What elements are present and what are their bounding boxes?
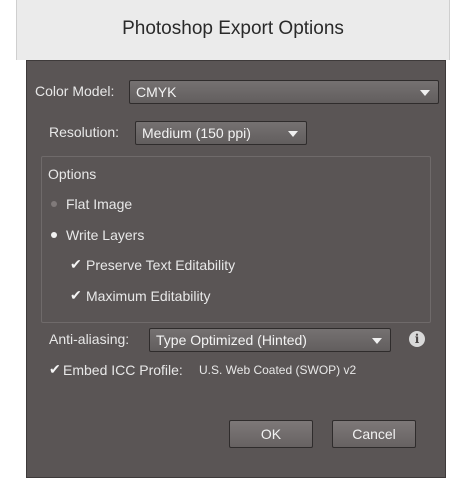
embed-icc-checkbox[interactable]: ✔ Embed ICC Profile: U.S. Web Coated (SW… <box>49 361 409 381</box>
flat-image-label: Flat Image <box>66 196 133 212</box>
window-title: Photoshop Export Options <box>122 18 344 39</box>
chevron-down-icon <box>288 131 298 137</box>
maximum-editability-label: Maximum Editability <box>86 288 211 304</box>
color-model-value: CMYK <box>136 84 177 100</box>
write-layers-label: Write Layers <box>66 227 145 243</box>
cancel-button[interactable]: Cancel <box>332 420 416 448</box>
preserve-text-label: Preserve Text Editability <box>86 257 236 273</box>
embed-icc-label: Embed ICC Profile: <box>63 362 183 378</box>
anti-aliasing-value: Type Optimized (Hinted) <box>156 332 307 348</box>
export-options-dialog: Color Model: CMYK Resolution: Medium (15… <box>26 60 446 478</box>
info-icon[interactable]: i <box>409 331 425 347</box>
maximum-editability-checkbox[interactable]: ✔ Maximum Editability <box>70 287 270 307</box>
options-group: Options Flat Image Write Layers ✔ Preser… <box>41 156 431 323</box>
radio-selected-icon <box>51 232 57 238</box>
color-model-label: Color Model: <box>35 83 115 99</box>
resolution-select[interactable]: Medium (150 ppi) <box>135 121 307 145</box>
write-layers-radio[interactable]: Write Layers <box>48 226 188 246</box>
anti-aliasing-label: Anti-aliasing: <box>49 331 130 347</box>
resolution-label: Resolution: <box>49 124 120 140</box>
anti-aliasing-select[interactable]: Type Optimized (Hinted) <box>149 328 391 352</box>
checkmark-icon: ✔ <box>70 287 82 303</box>
resolution-value: Medium (150 ppi) <box>142 125 251 141</box>
preserve-text-checkbox[interactable]: ✔ Preserve Text Editability <box>70 256 290 276</box>
chevron-down-icon <box>372 338 382 344</box>
chevron-down-icon <box>420 90 430 96</box>
checkmark-icon: ✔ <box>49 361 61 377</box>
radio-unselected-icon <box>51 201 57 207</box>
ok-button[interactable]: OK <box>229 420 313 448</box>
color-model-select[interactable]: CMYK <box>129 80 439 104</box>
checkmark-icon: ✔ <box>70 256 82 272</box>
options-heading: Options <box>48 166 97 182</box>
icc-profile-name: U.S. Web Coated (SWOP) v2 <box>199 363 357 377</box>
title-bar: Photoshop Export Options <box>16 0 450 60</box>
flat-image-radio[interactable]: Flat Image <box>48 195 188 215</box>
